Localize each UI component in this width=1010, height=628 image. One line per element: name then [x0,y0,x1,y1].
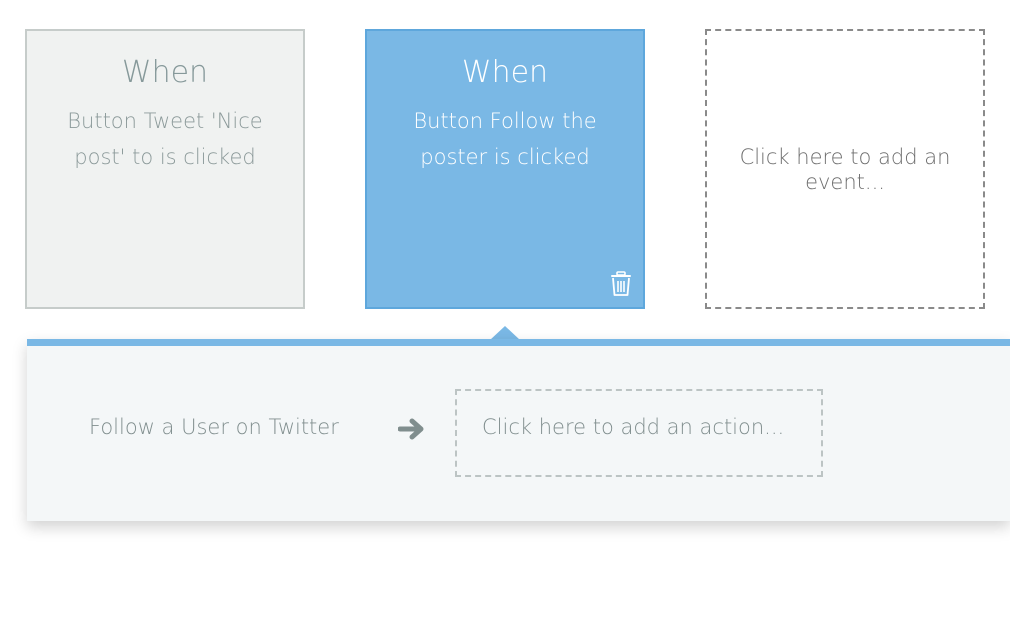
trash-icon[interactable] [609,271,633,297]
add-event-label: Click here to add an event... [739,145,951,194]
event-card-follow-selected[interactable]: When Button Follow the poster is clicked [365,29,645,309]
add-action-button[interactable]: Click here to add an action... [455,389,823,477]
add-action-label: Click here to add an action... [482,415,785,439]
action-label[interactable]: Follow a User on Twitter [89,414,339,440]
event-card-title: When [121,55,209,90]
event-card-title: When [461,55,549,90]
event-card-tweet[interactable]: When Button Tweet 'Nice post' to is clic… [25,29,305,309]
action-panel: Follow a User on Twitter Click here to a… [27,339,1010,521]
arrow-right-icon [398,418,424,440]
add-event-card[interactable]: Click here to add an event... [705,29,985,309]
event-card-description: Button Follow the poster is clicked [413,109,597,169]
selected-event-pointer [490,326,520,340]
event-card-description: Button Tweet 'Nice post' to is clicked [67,109,263,169]
